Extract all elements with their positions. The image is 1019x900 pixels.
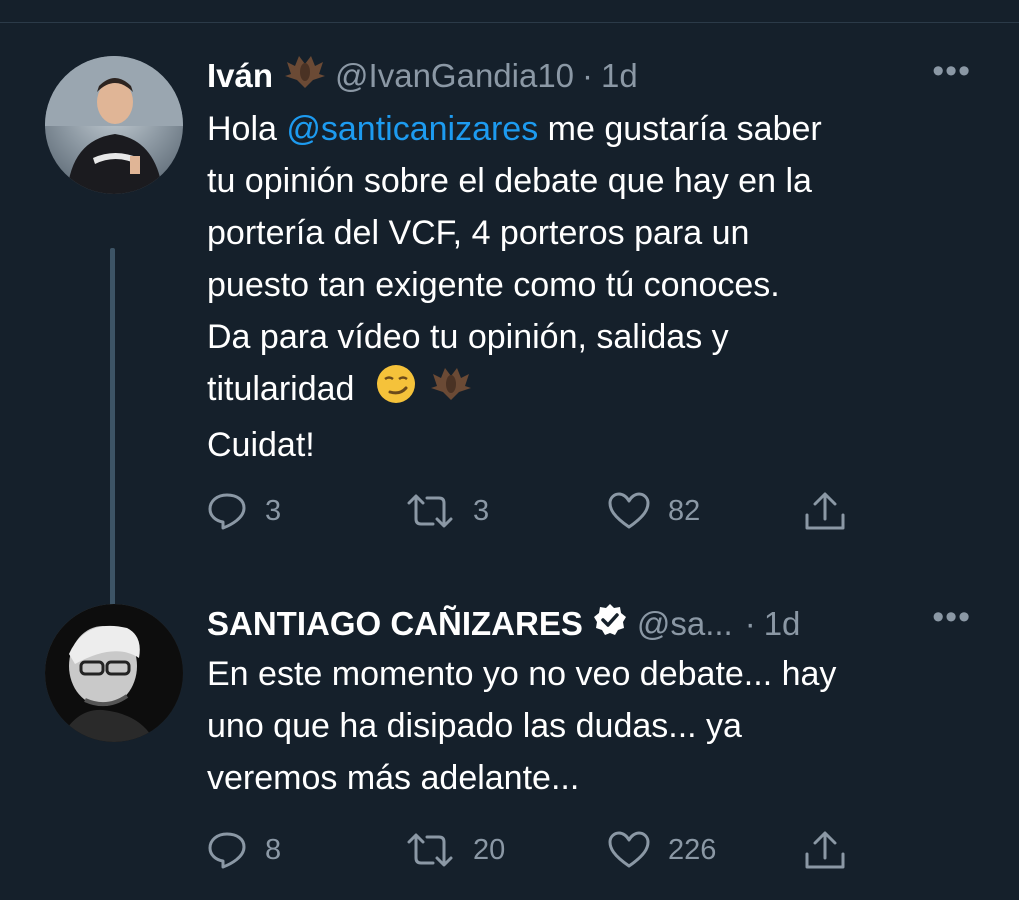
tweet-santiago[interactable]: SANTIAGO CAÑIZARES @sa... · 1d ••• En es… — [0, 590, 1019, 900]
like-button[interactable]: 82 — [608, 492, 700, 530]
reply-button[interactable]: 8 — [207, 831, 281, 869]
retweet-count: 3 — [473, 494, 490, 527]
text-line: puesto tan exigente como tú conoces. — [207, 266, 780, 304]
like-button[interactable]: 226 — [608, 831, 716, 869]
tweet-actions: 8 20 226 — [207, 830, 857, 870]
tweet-header: Iván @IvanGandia10 · 1d — [207, 54, 638, 98]
thread-connector-line — [110, 248, 115, 633]
retweet-icon — [405, 493, 455, 529]
text-line: En este momento yo no veo debate... hay — [207, 655, 837, 693]
heart-icon — [608, 831, 650, 869]
text-line: Hola @santicanizares me gustaría saber — [207, 110, 822, 148]
retweet-icon — [405, 832, 455, 868]
display-name[interactable]: SANTIAGO CAÑIZARES — [207, 605, 583, 643]
share-icon — [803, 491, 847, 531]
avatar-ivan[interactable] — [45, 56, 183, 194]
reply-count: 3 — [265, 494, 282, 527]
like-count: 226 — [668, 833, 717, 866]
bat-emoji-icon — [431, 365, 472, 417]
share-button[interactable] — [803, 491, 847, 531]
avatar-santiago[interactable] — [45, 604, 183, 742]
reply-icon — [207, 492, 247, 530]
more-options-icon[interactable]: ••• — [932, 52, 971, 91]
text-line: tu opinión sobre el debate que hay en la — [207, 162, 812, 200]
share-icon — [803, 830, 847, 870]
verified-badge-icon — [593, 603, 627, 645]
text-line: veremos más adelante... — [207, 759, 580, 797]
timestamp[interactable]: 1d — [764, 605, 801, 643]
retweet-count: 20 — [473, 833, 506, 866]
text-line: Cuidat! — [207, 425, 315, 464]
like-count: 82 — [668, 494, 701, 527]
text-line: titularidad — [207, 363, 987, 419]
text-line: portería del VCF, 4 porteros para un — [207, 214, 750, 252]
separator-dot: · — [744, 605, 756, 642]
text-line: uno que ha disipado las dudas... ya — [207, 707, 742, 745]
handle[interactable]: @sa... — [637, 605, 733, 643]
separator-dot: · — [582, 57, 594, 94]
tweet-text: Hola @santicanizares me gustaría saber t… — [207, 103, 987, 471]
timestamp[interactable]: 1d — [601, 57, 638, 95]
smirk-emoji-icon — [376, 364, 416, 419]
tweet-header: SANTIAGO CAÑIZARES @sa... · 1d — [207, 602, 800, 646]
retweet-button[interactable]: 3 — [405, 493, 489, 529]
mention-link[interactable]: @santicanizares — [286, 110, 538, 148]
share-button[interactable] — [803, 830, 847, 870]
top-divider — [0, 22, 1019, 23]
tweet-actions: 3 3 82 — [207, 491, 857, 531]
reply-count: 8 — [265, 833, 282, 866]
heart-icon — [608, 492, 650, 530]
tweet-text: En este momento yo no veo debate... hay … — [207, 648, 987, 804]
bat-emoji-icon — [285, 54, 326, 98]
reply-icon — [207, 831, 247, 869]
more-options-icon[interactable]: ••• — [932, 598, 971, 637]
display-name[interactable]: Iván — [207, 57, 273, 95]
text-line: Da para vídeo tu opinión, salidas y — [207, 318, 729, 356]
retweet-button[interactable]: 20 — [405, 832, 505, 868]
tweet-ivan[interactable]: Iván @IvanGandia10 · 1d ••• Hola @santic… — [0, 40, 1019, 633]
reply-button[interactable]: 3 — [207, 492, 281, 530]
handle[interactable]: @IvanGandia10 — [335, 57, 574, 95]
